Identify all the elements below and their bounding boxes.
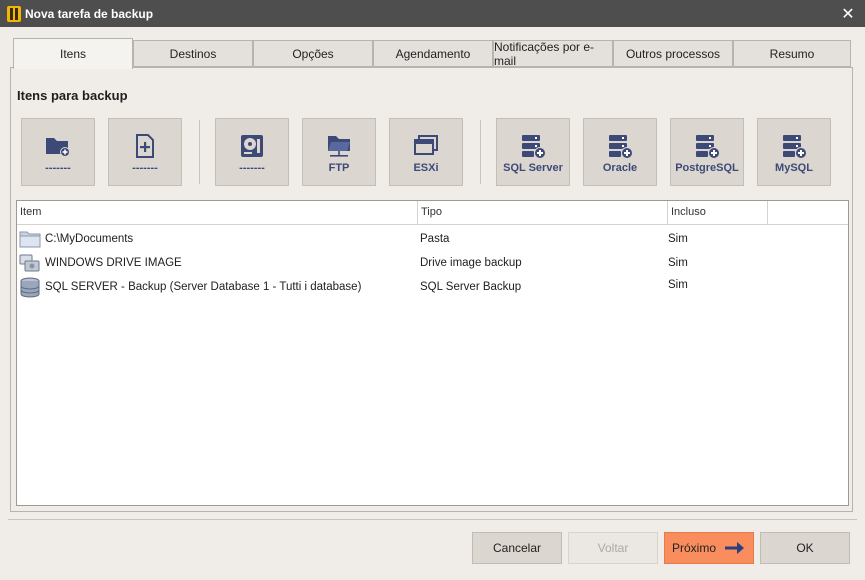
toolbar-separator — [199, 120, 200, 184]
mysql-button[interactable]: MySQL — [757, 118, 831, 186]
items-panel: Itens para backup ------- ------- ------… — [10, 67, 853, 512]
esxi-button[interactable]: ESXi — [389, 118, 463, 186]
list-item[interactable]: WINDOWS DRIVE IMAGE Drive image backup S… — [17, 251, 848, 275]
item-included: Sim — [668, 279, 688, 291]
ftp-folder-icon — [325, 133, 353, 159]
tool-label: ESXi — [413, 162, 439, 174]
ftp-button[interactable]: FTP — [302, 118, 376, 186]
window-title: Nova tarefa de backup — [25, 6, 154, 21]
column-header-incluso[interactable]: Incluso — [668, 201, 768, 224]
tab-agendamento[interactable]: Agendamento — [373, 40, 493, 67]
postgresql-button[interactable]: PostgreSQL — [670, 118, 744, 186]
folder-add-icon — [44, 133, 72, 159]
tab-notificacoes[interactable]: Notificações por e-mail — [493, 40, 613, 68]
item-type: Drive image backup — [420, 257, 522, 269]
tool-label: ------- — [45, 162, 71, 174]
add-file-button[interactable]: ------- — [108, 118, 182, 186]
oracle-button[interactable]: Oracle — [583, 118, 657, 186]
add-folder-button[interactable]: ------- — [21, 118, 95, 186]
next-button-label: Próximo — [671, 541, 716, 555]
tool-label: ------- — [239, 162, 265, 174]
tab-outros-processos[interactable]: Outros processos — [613, 40, 733, 67]
database-add-icon — [606, 133, 634, 159]
back-button[interactable]: Voltar — [568, 532, 658, 564]
column-header-tipo[interactable]: Tipo — [418, 201, 668, 224]
file-add-icon — [133, 133, 157, 159]
esxi-window-icon — [413, 133, 439, 159]
tool-label: FTP — [328, 162, 350, 174]
arrow-right-icon — [724, 541, 746, 555]
tab-destinos[interactable]: Destinos — [133, 40, 253, 67]
cancel-button[interactable]: Cancelar — [472, 532, 562, 564]
item-type: SQL Server Backup — [420, 281, 522, 293]
item-included: Sim — [668, 257, 688, 269]
tool-label: SQL Server — [503, 162, 563, 174]
database-add-icon — [780, 133, 808, 159]
tab-itens[interactable]: Itens — [13, 38, 133, 69]
drive-image-icon — [19, 253, 41, 273]
item-name: WINDOWS DRIVE IMAGE — [45, 257, 182, 269]
tool-label: Oracle — [602, 162, 638, 174]
item-name: SQL SERVER - Backup (Server Database 1 -… — [45, 281, 362, 293]
tab-opcoes[interactable]: Opções — [253, 40, 373, 67]
drive-image-icon — [239, 133, 265, 159]
title-bar: Nova tarefa de backup ✕ — [0, 0, 865, 27]
tool-label: MySQL — [775, 162, 813, 174]
database-icon — [19, 277, 41, 298]
list-header: Item Tipo Incluso — [17, 201, 848, 225]
close-icon[interactable]: ✕ — [831, 0, 865, 27]
list-item[interactable]: C:\MyDocuments Pasta Sim — [17, 227, 848, 251]
tool-label: ------- — [132, 162, 158, 174]
tab-resumo[interactable]: Resumo — [733, 40, 851, 67]
item-included: Sim — [668, 233, 688, 245]
sql-server-button[interactable]: SQL Server — [496, 118, 570, 186]
backup-items-list[interactable]: Item Tipo Incluso C:\MyDocuments Pasta S… — [16, 200, 849, 506]
column-header-item[interactable]: Item — [17, 201, 418, 224]
list-item[interactable]: SQL SERVER - Backup (Server Database 1 -… — [17, 275, 848, 299]
tool-label: PostgreSQL — [675, 162, 739, 174]
item-type: Pasta — [420, 233, 450, 245]
next-button[interactable]: Próximo — [664, 532, 754, 564]
folder-icon — [19, 229, 41, 249]
app-logo-icon — [7, 5, 21, 22]
database-add-icon — [693, 133, 721, 159]
item-name: C:\MyDocuments — [45, 233, 134, 245]
footer-divider — [8, 519, 857, 520]
database-add-icon — [519, 133, 547, 159]
tab-bar: Itens Destinos Opções Agendamento Notifi… — [13, 38, 853, 69]
drive-image-button[interactable]: ------- — [215, 118, 289, 186]
section-title: Itens para backup — [17, 88, 128, 103]
toolbar-separator — [480, 120, 481, 184]
ok-button[interactable]: OK — [760, 532, 850, 564]
